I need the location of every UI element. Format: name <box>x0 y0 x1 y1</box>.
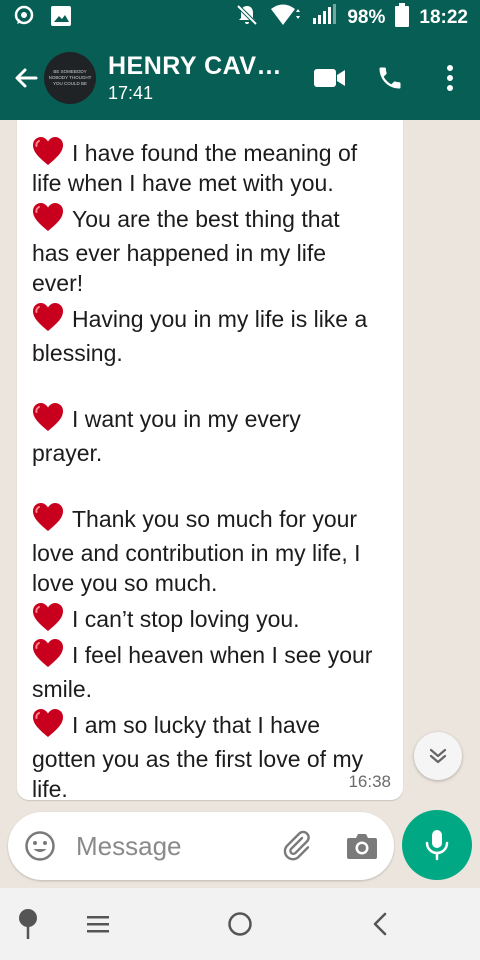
camera-icon <box>347 834 377 859</box>
message-input[interactable] <box>74 829 268 863</box>
video-call-icon <box>314 69 345 87</box>
more-options-button[interactable] <box>420 53 480 103</box>
arrow-back-icon <box>15 68 38 88</box>
more-vert-icon <box>447 65 453 91</box>
message-line: I want you in my every <box>32 402 389 434</box>
message-line: life when I have met with you. <box>32 170 334 196</box>
message-line: prayer. <box>32 440 103 466</box>
camera-button[interactable] <box>346 832 378 860</box>
heart-icon <box>33 503 63 531</box>
contact-info[interactable]: HENRY CAV… 17:41 <box>108 52 282 104</box>
assistant-button[interactable] <box>10 906 46 942</box>
battery-percent: 98% <box>347 7 386 28</box>
wifi-icon <box>269 3 301 33</box>
clock: 18:22 <box>419 7 468 28</box>
heart-icon <box>33 639 63 667</box>
system-nav-bar <box>0 888 480 960</box>
back-button[interactable] <box>6 58 46 98</box>
battery-icon <box>395 3 410 33</box>
mic-icon <box>425 830 449 861</box>
back-nav-button[interactable] <box>362 906 398 942</box>
message-bubble[interactable]: I have found the meaning of life when I … <box>17 120 403 802</box>
message-line: love you so much. <box>32 570 218 596</box>
signal-icon <box>311 4 337 32</box>
avatar[interactable]: BE SOMEBODY NOBODY THOUGHT YOU COULD BE <box>44 52 96 104</box>
whatsapp-notification-icon <box>12 4 36 33</box>
message-line: I have found the meaning of <box>32 136 389 168</box>
message-line: ever! <box>32 270 84 296</box>
pin-icon <box>19 909 37 939</box>
message-line: I can’t stop loving you. <box>32 602 389 634</box>
home-button[interactable] <box>222 906 258 942</box>
message-line: gotten you as the first love of my <box>32 746 364 772</box>
mute-icon <box>235 3 259 33</box>
attach-button[interactable] <box>280 829 314 863</box>
phone-icon <box>379 67 401 89</box>
message-line: I feel heaven when I see your <box>32 638 389 670</box>
chat-header: BE SOMEBODY NOBODY THOUGHT YOU COULD BE … <box>0 36 480 120</box>
scroll-to-bottom-button[interactable] <box>414 732 462 780</box>
paperclip-icon <box>283 830 310 861</box>
avatar-text-3: YOU COULD BE <box>52 81 87 86</box>
menu-button[interactable] <box>80 906 116 942</box>
video-call-button[interactable] <box>300 53 360 103</box>
heart-icon <box>33 709 63 737</box>
emoji-icon <box>25 831 55 861</box>
heart-icon <box>33 303 63 331</box>
heart-icon <box>33 137 63 165</box>
emoji-button[interactable] <box>24 830 56 862</box>
back-chevron-icon <box>373 912 387 936</box>
hamburger-icon <box>87 916 109 933</box>
message-line: has ever happened in my life <box>32 240 327 266</box>
message-line: I am so lucky that I have <box>32 708 389 740</box>
contact-name: HENRY CAV… <box>108 52 283 80</box>
home-circle-icon <box>228 912 252 936</box>
message-line: Thank you so much for your <box>32 502 389 534</box>
heart-icon <box>33 603 63 631</box>
voice-call-button[interactable] <box>360 53 420 103</box>
last-seen: 17:41 <box>108 83 154 103</box>
heart-icon <box>33 203 63 231</box>
message-composer <box>8 812 394 880</box>
chat-area[interactable]: I have found the meaning of life when I … <box>0 120 480 806</box>
message-line: You are the best thing that <box>32 202 389 234</box>
message-line: love and contribution in my life, I <box>32 540 361 566</box>
double-chevron-down-icon <box>429 748 447 764</box>
message-timestamp: 16:38 <box>348 772 391 791</box>
gallery-notification-icon <box>50 5 72 32</box>
message-line: blessing. <box>32 340 123 366</box>
status-bar: 98% 18:22 <box>0 0 480 36</box>
heart-icon <box>33 403 63 431</box>
message-line: life. <box>32 776 68 802</box>
message-line: smile. <box>32 676 93 702</box>
message-line: Having you in my life is like a <box>32 302 389 334</box>
voice-message-button[interactable] <box>402 810 472 880</box>
